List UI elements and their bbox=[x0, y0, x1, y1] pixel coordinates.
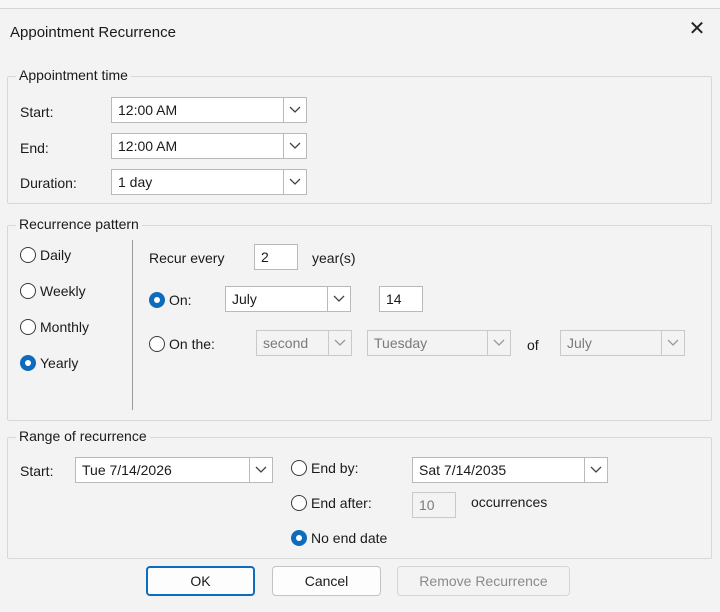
cancel-button[interactable]: Cancel bbox=[272, 566, 381, 596]
on-the-ordinal-combo[interactable]: second bbox=[256, 330, 352, 356]
radio-icon bbox=[291, 495, 307, 511]
on-date-radio[interactable]: On: bbox=[149, 292, 192, 308]
chevron-down-icon[interactable] bbox=[328, 330, 352, 356]
dialog-title: Appointment Recurrence bbox=[10, 24, 176, 41]
no-end-date-radio[interactable]: No end date bbox=[291, 530, 387, 546]
duration-combo[interactable]: 1 day bbox=[111, 169, 307, 195]
radio-icon bbox=[149, 336, 165, 352]
on-the-radio[interactable]: On the: bbox=[149, 336, 215, 352]
start-time-label: Start: bbox=[20, 104, 54, 120]
recur-every-unit: year(s) bbox=[312, 250, 356, 266]
end-by-combo[interactable]: Sat 7/14/2035 bbox=[412, 457, 608, 483]
duration-label: Duration: bbox=[20, 175, 77, 191]
on-the-ordinal-value[interactable]: second bbox=[256, 330, 328, 356]
chevron-down-icon[interactable] bbox=[283, 133, 307, 159]
on-the-label: On the: bbox=[169, 336, 215, 352]
radio-icon bbox=[20, 319, 36, 335]
recurrence-pattern-legend: Recurrence pattern bbox=[16, 216, 142, 232]
recur-every-input[interactable]: 2 bbox=[254, 244, 298, 270]
weekly-label: Weekly bbox=[40, 283, 86, 299]
range-start-label: Start: bbox=[20, 463, 54, 479]
ok-button[interactable]: OK bbox=[146, 566, 255, 596]
chevron-down-icon[interactable] bbox=[327, 286, 351, 312]
window-top-edge bbox=[0, 0, 720, 9]
chevron-down-icon[interactable] bbox=[283, 97, 307, 123]
duration-value[interactable]: 1 day bbox=[111, 169, 283, 195]
remove-recurrence-button[interactable]: Remove Recurrence bbox=[397, 566, 570, 596]
chevron-down-icon[interactable] bbox=[249, 457, 273, 483]
recur-every-label: Recur every bbox=[149, 250, 225, 266]
end-after-label: End after: bbox=[311, 495, 372, 511]
weekly-radio[interactable]: Weekly bbox=[20, 283, 86, 299]
on-day-input[interactable]: 14 bbox=[379, 286, 423, 312]
pattern-separator bbox=[132, 240, 133, 410]
appointment-time-legend: Appointment time bbox=[16, 67, 131, 83]
yearly-label: Yearly bbox=[40, 355, 79, 371]
no-end-date-label: No end date bbox=[311, 530, 388, 546]
on-month-value[interactable]: July bbox=[225, 286, 327, 312]
end-time-value[interactable]: 12:00 AM bbox=[111, 133, 283, 159]
end-time-label: End: bbox=[20, 140, 49, 156]
occurrences-label: occurrences bbox=[471, 494, 548, 510]
chevron-down-icon[interactable] bbox=[487, 330, 511, 356]
radio-icon bbox=[291, 460, 307, 476]
chevron-down-icon[interactable] bbox=[661, 330, 685, 356]
on-the-weekday-value[interactable]: Tuesday bbox=[367, 330, 487, 356]
range-start-combo[interactable]: Tue 7/14/2026 bbox=[75, 457, 273, 483]
chevron-down-icon[interactable] bbox=[584, 457, 608, 483]
start-time-value[interactable]: 12:00 AM bbox=[111, 97, 283, 123]
on-the-month-combo[interactable]: July bbox=[560, 330, 685, 356]
on-the-month-value[interactable]: July bbox=[560, 330, 661, 356]
on-month-combo[interactable]: July bbox=[225, 286, 351, 312]
monthly-radio[interactable]: Monthly bbox=[20, 319, 89, 335]
on-label: On: bbox=[169, 292, 192, 308]
start-time-combo[interactable]: 12:00 AM bbox=[111, 97, 307, 123]
yearly-radio[interactable]: Yearly bbox=[20, 355, 78, 371]
on-the-weekday-combo[interactable]: Tuesday bbox=[367, 330, 511, 356]
radio-selected-icon bbox=[20, 355, 36, 371]
recurrence-pattern-group bbox=[7, 225, 712, 421]
daily-label: Daily bbox=[40, 247, 72, 263]
range-legend: Range of recurrence bbox=[16, 428, 150, 444]
monthly-label: Monthly bbox=[40, 319, 90, 335]
of-label: of bbox=[527, 337, 539, 353]
end-by-radio[interactable]: End by: bbox=[291, 460, 358, 476]
end-after-radio[interactable]: End after: bbox=[291, 495, 372, 511]
end-by-value[interactable]: Sat 7/14/2035 bbox=[412, 457, 584, 483]
close-icon[interactable]: ✕ bbox=[686, 18, 708, 40]
end-by-label: End by: bbox=[311, 460, 359, 476]
chevron-down-icon[interactable] bbox=[283, 169, 307, 195]
range-start-value[interactable]: Tue 7/14/2026 bbox=[75, 457, 249, 483]
radio-selected-icon bbox=[291, 530, 307, 546]
radio-icon bbox=[20, 247, 36, 263]
radio-selected-icon bbox=[149, 292, 165, 308]
radio-icon bbox=[20, 283, 36, 299]
end-time-combo[interactable]: 12:00 AM bbox=[111, 133, 307, 159]
end-after-input[interactable]: 10 bbox=[412, 492, 456, 518]
daily-radio[interactable]: Daily bbox=[20, 247, 71, 263]
